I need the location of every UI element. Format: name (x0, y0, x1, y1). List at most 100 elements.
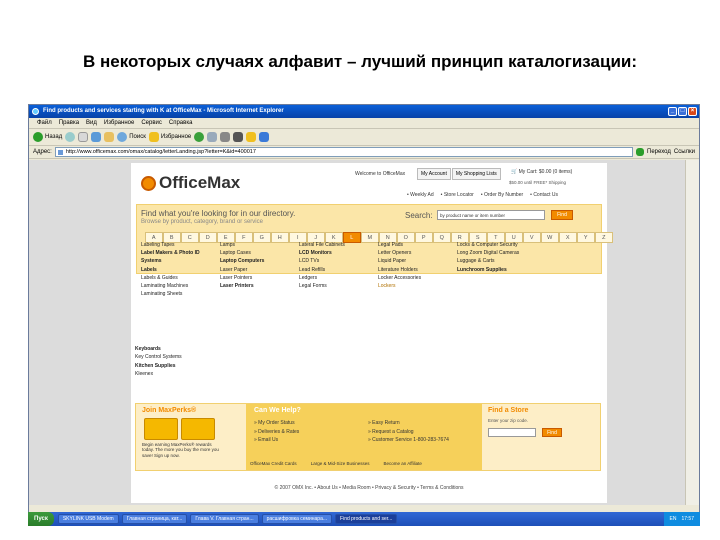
menu-tools[interactable]: Сервис (141, 118, 162, 128)
tab-shopping-lists[interactable]: My Shopping Lists (451, 168, 501, 180)
category-link[interactable]: Liquid Paper (378, 257, 457, 265)
search-button[interactable]: Поиск (117, 132, 146, 142)
favorites-button[interactable]: Избранное (148, 132, 191, 142)
taskbar-task[interactable]: расшифровка семинара... (261, 514, 333, 524)
menu-file[interactable]: Файл (37, 118, 52, 128)
help-link[interactable]: » Email Us (254, 436, 299, 445)
category-link[interactable]: LCD Monitors (299, 249, 378, 257)
help-panel: Can We Help? » My Order Status» Deliveri… (246, 404, 482, 470)
category-link[interactable]: Laptop Computers (220, 257, 299, 265)
category-link[interactable]: Key Control Systems (135, 353, 182, 361)
category-link[interactable]: Kleenex (135, 370, 182, 378)
help-bottom-link[interactable]: Become an Affiliate (383, 461, 421, 466)
help-link[interactable]: » Easy Return (368, 419, 449, 428)
store-find-button[interactable]: Find (542, 428, 562, 437)
help-link[interactable]: » My Order Status (254, 419, 299, 428)
go-button[interactable]: Переход (647, 149, 671, 155)
taskbar-task[interactable]: Глава V. Главная стран... (190, 514, 259, 524)
taskbar-task[interactable]: Главная страница, кат... (121, 514, 188, 524)
help-bottom-link[interactable]: OfficeMax Credit Cards (250, 461, 297, 466)
category-link[interactable]: Lead Refills (299, 266, 378, 274)
category-column: Lamps Laptop Cases Laptop Computers Laser P… (220, 241, 299, 298)
category-link[interactable]: Ledgers (299, 274, 378, 282)
maximize-button[interactable]: □ (678, 107, 687, 116)
category-link[interactable]: Literature Holders (378, 266, 457, 274)
category-link[interactable]: LCD TVs (299, 257, 378, 265)
category-link[interactable]: Legal Forms (299, 282, 378, 290)
refresh-icon[interactable] (91, 132, 102, 142)
free-shipping-text: $50.00 until FREE* Shipping (509, 180, 567, 185)
links-button[interactable]: Ссылки (674, 149, 695, 155)
nav-order-by-number[interactable]: • Order By Number (481, 192, 523, 198)
print-icon[interactable] (220, 132, 231, 142)
category-link[interactable]: Kitchen Supplies (135, 362, 182, 370)
menu-favorites[interactable]: Избранное (104, 118, 134, 128)
ie-icon (32, 108, 39, 115)
taskbar-task[interactable]: Find products and ser... (335, 514, 398, 524)
category-link[interactable]: Lateral File Cabinets (299, 241, 378, 249)
browser-window: Find products and services starting with… (28, 104, 700, 526)
category-link[interactable]: Lamps (220, 241, 299, 249)
minimize-button[interactable]: _ (668, 107, 677, 116)
help-bottom-link[interactable]: Large & Mid-Size Businesses (311, 461, 370, 466)
folder-icon[interactable] (246, 132, 257, 142)
tab-my-account[interactable]: My Account (417, 168, 451, 180)
nav-weekly-ad[interactable]: • Weekly Ad (407, 192, 434, 198)
menu-view[interactable]: Вид (86, 118, 97, 128)
home-icon[interactable] (104, 132, 115, 142)
category-link[interactable]: Locker Accessories (378, 274, 457, 282)
nav-contact-us[interactable]: • Contact Us (530, 192, 558, 198)
officemax-logo[interactable]: OfficeMax (141, 173, 240, 193)
category-link[interactable]: Labeling Tapes (141, 241, 220, 249)
category-link[interactable]: Laser Paper (220, 266, 299, 274)
nav-store-locator[interactable]: • Store Locator (441, 192, 474, 198)
taskbar-task[interactable]: SKYLINK USB Modem (57, 514, 119, 524)
address-input[interactable]: http://www.officemax.com/omax/catalog/le… (54, 147, 634, 157)
category-link[interactable]: Laminating Machines (141, 282, 220, 290)
letter-w[interactable]: W (541, 232, 559, 243)
start-button[interactable]: Пуск (28, 512, 54, 526)
category-link[interactable]: Long Zoom Digital Cameras (457, 249, 536, 257)
category-link[interactable]: Label Makers & Photo ID Systems (141, 249, 220, 265)
close-button[interactable]: × (688, 107, 697, 116)
letter-z[interactable]: Z (595, 232, 613, 243)
messenger-icon[interactable] (259, 132, 270, 142)
category-link[interactable]: Locks & Computer Security (457, 241, 536, 249)
category-link[interactable]: Legal Pads (378, 241, 457, 249)
forward-arrow-icon[interactable] (65, 132, 76, 142)
category-link[interactable]: Laptop Cases (220, 249, 299, 257)
letter-x[interactable]: X (559, 232, 577, 243)
edit-icon[interactable] (233, 132, 244, 142)
language-indicator[interactable]: EN (670, 512, 677, 526)
category-link[interactable]: Lunchroom Supplies (457, 266, 536, 274)
find-button[interactable]: Find (551, 210, 573, 220)
history-icon[interactable] (194, 132, 205, 142)
category-link[interactable]: Labels & Guides (141, 274, 220, 282)
category-link[interactable]: Laser Printers (220, 282, 299, 290)
help-link[interactable]: » Request a Catalog (368, 428, 449, 437)
mail-icon[interactable] (207, 132, 218, 142)
category-link[interactable]: Laminating Sheets (141, 290, 220, 298)
category-link[interactable]: Laser Pointers (220, 274, 299, 282)
zip-prompt: Enter your zip code. (488, 418, 529, 423)
zip-input[interactable] (488, 428, 536, 437)
help-link[interactable]: » Deliveries & Rates (254, 428, 299, 437)
back-button[interactable]: Назад (33, 132, 62, 142)
category-link[interactable]: Letter Openers (378, 249, 457, 257)
category-link[interactable]: Keyboards (135, 345, 182, 353)
letter-y[interactable]: Y (577, 232, 595, 243)
search-input[interactable]: by product name or item number (437, 210, 545, 220)
go-arrow-icon[interactable] (636, 148, 645, 156)
menu-help[interactable]: Справка (169, 118, 193, 128)
category-link[interactable]: Lockers (378, 282, 457, 290)
vertical-scrollbar[interactable] (685, 160, 699, 505)
category-link[interactable]: Labels (141, 266, 220, 274)
stop-icon[interactable] (78, 132, 89, 142)
back-arrow-icon (33, 132, 43, 142)
cart-link[interactable]: 🛒 My Cart: $0.00 (0 items) (511, 169, 572, 175)
maxperks-heading[interactable]: Join MaxPerks® (142, 407, 196, 414)
menu-edit[interactable]: Правка (59, 118, 79, 128)
help-link[interactable]: » Customer Service 1-800-283-7674 (368, 436, 449, 445)
help-links-left: » My Order Status» Deliveries & Rates» E… (254, 419, 299, 445)
category-link[interactable]: Luggage & Carts (457, 257, 536, 265)
